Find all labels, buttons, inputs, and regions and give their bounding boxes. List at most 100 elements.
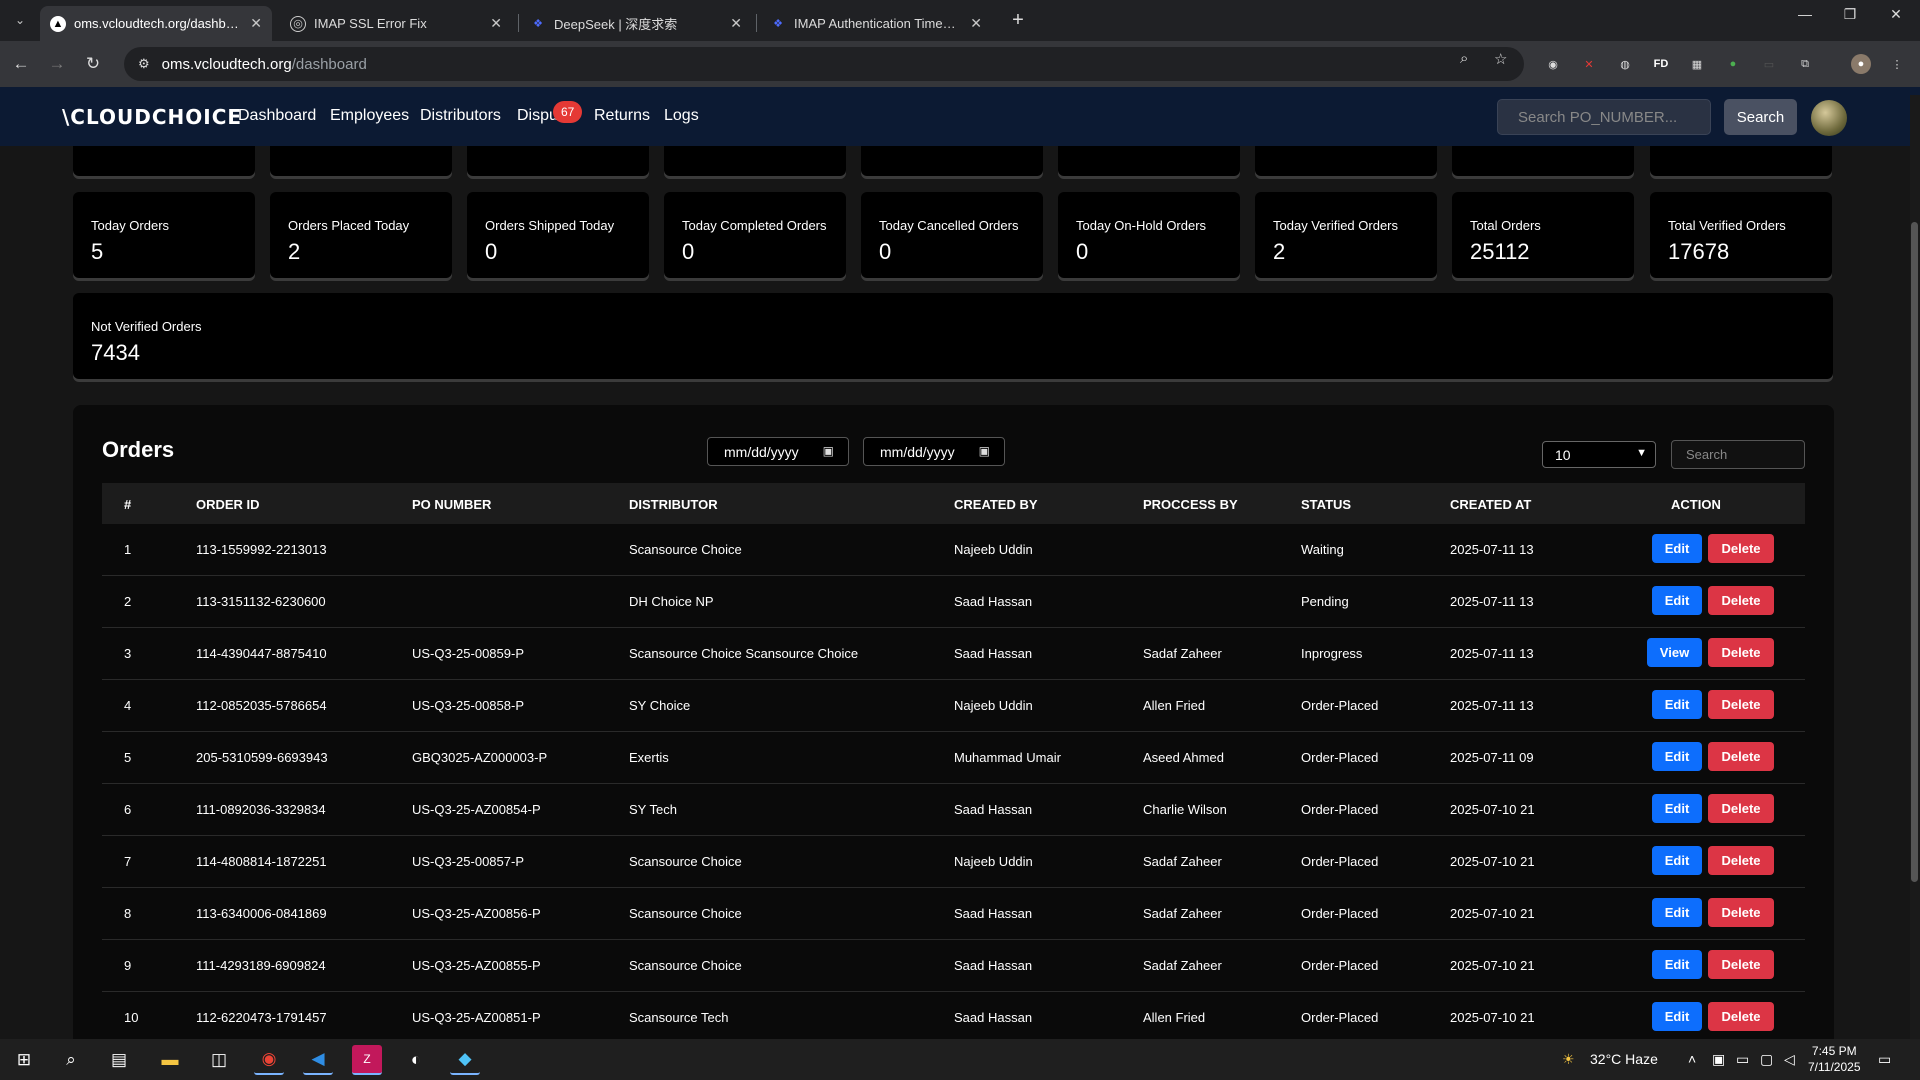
delete-button[interactable]: Delete (1708, 794, 1774, 823)
browser-tab-deepseek[interactable]: ❖ DeepSeek | 深度求索 ✕ (520, 6, 752, 41)
windows-start-icon[interactable]: ⊞ (9, 1045, 39, 1075)
extension-dim-icon[interactable]: ▭ (1759, 54, 1779, 74)
delete-button[interactable]: Delete (1708, 586, 1774, 615)
start-date-input[interactable]: mm/dd/yyyy ▣ (707, 437, 849, 466)
view-button[interactable]: View (1647, 638, 1702, 667)
table-cell-order-id: 111-4293189-6909824 (196, 958, 326, 973)
table-cell-n: 5 (124, 750, 132, 765)
po-number-search-input[interactable]: Search PO_NUMBER... (1497, 99, 1711, 135)
minimize-icon[interactable]: — (1785, 6, 1825, 22)
delete-button[interactable]: Delete (1708, 1002, 1774, 1031)
nav-link-returns[interactable]: Returns (594, 107, 650, 125)
extension-glasses-icon[interactable]: ◉ (1543, 54, 1563, 74)
po-search-button[interactable]: Search (1724, 99, 1797, 135)
extensions-puzzle-icon[interactable]: ⧉ (1795, 54, 1815, 74)
tray-app-icon[interactable]: ▣ (1712, 1051, 1725, 1068)
stat-label: Today Verified Orders (1273, 218, 1399, 233)
edit-button[interactable]: Edit (1652, 586, 1702, 615)
extension-fd-icon[interactable]: FD (1651, 54, 1671, 74)
browser-tab-imap-timeout[interactable]: ❖ IMAP Authentication Timeout E ✕ (760, 6, 992, 41)
orders-search-input[interactable]: Search (1671, 440, 1805, 469)
stat-value: 5 (91, 239, 104, 264)
cloudchoice-logo[interactable]: \CLOUDCHOICE (62, 105, 242, 129)
zoom-icon[interactable]: ⌕ (1460, 50, 1468, 67)
table-cell-status: Order-Placed (1301, 750, 1379, 765)
volume-icon[interactable]: ◁ (1784, 1051, 1795, 1068)
back-arrow-icon[interactable]: ← (8, 51, 34, 77)
app-diamond-icon[interactable]: ◆ (450, 1045, 480, 1075)
stat-label: Today On-Hold Orders (1076, 218, 1207, 233)
task-view-icon[interactable]: ▤ (104, 1045, 134, 1075)
file-explorer-icon[interactable]: ▬ (155, 1045, 185, 1075)
extension-green-icon[interactable]: ● (1723, 54, 1743, 74)
calendar-icon[interactable]: ▣ (979, 444, 990, 458)
browser-tab-dashboard[interactable]: ▲ oms.vcloudtech.org/dashboard ✕ (40, 6, 272, 41)
nav-link-employees[interactable]: Employees (330, 107, 409, 125)
calendar-icon[interactable]: ▣ (823, 444, 834, 458)
search-icon[interactable]: ⌕ (56, 1045, 86, 1075)
extension-x-icon[interactable]: ✕ (1579, 54, 1599, 74)
page-size-select[interactable]: 10 ▼ (1542, 441, 1656, 468)
delete-button[interactable]: Delete (1708, 638, 1774, 667)
extension-globe-icon[interactable]: ◍ (1615, 54, 1635, 74)
store-icon[interactable]: ◫ (204, 1045, 234, 1075)
vscode-icon[interactable]: ◀ (303, 1045, 333, 1075)
stat-card: 209 (467, 146, 649, 176)
extension-image-icon[interactable]: ▦ (1687, 54, 1707, 74)
app-leaf-icon[interactable]: ◐ (401, 1045, 431, 1075)
stat-label: Total Orders (1470, 218, 1541, 233)
close-tab-icon[interactable]: ✕ (250, 15, 262, 32)
restore-icon[interactable]: ❐ (1830, 6, 1870, 23)
chrome-icon[interactable]: ◉ (254, 1045, 284, 1075)
battery-icon[interactable]: ▭ (1736, 1051, 1749, 1068)
edit-button[interactable]: Edit (1652, 534, 1702, 563)
new-tab-icon[interactable]: + (1006, 8, 1030, 32)
nav-link-distributors[interactable]: Distributors (420, 107, 501, 125)
notification-icon[interactable]: ▭ (1878, 1051, 1891, 1068)
nav-link-dashboard[interactable]: Dashboard (238, 107, 316, 125)
close-window-icon[interactable]: ✕ (1876, 6, 1916, 23)
table-cell-created-by: Saad Hassan (954, 906, 1033, 921)
delete-button[interactable]: Delete (1708, 950, 1774, 979)
edit-button[interactable]: Edit (1652, 1002, 1702, 1031)
delete-button[interactable]: Delete (1708, 742, 1774, 771)
edit-button[interactable]: Edit (1652, 898, 1702, 927)
close-tab-icon[interactable]: ✕ (490, 15, 502, 32)
edit-button[interactable]: Edit (1652, 690, 1702, 719)
reload-icon[interactable]: ↻ (80, 51, 106, 77)
delete-button[interactable]: Delete (1708, 690, 1774, 719)
tray-chevron-icon[interactable]: ˄ (1688, 1051, 1696, 1067)
zoom-app-icon[interactable]: Z (352, 1045, 382, 1075)
edit-button[interactable]: Edit (1652, 794, 1702, 823)
bookmark-star-icon[interactable]: ☆ (1494, 50, 1507, 68)
nav-link-disputes[interactable]: Dispu (517, 107, 558, 125)
profile-avatar-icon[interactable]: ● (1851, 54, 1871, 74)
page-scroll-thumb[interactable] (1911, 222, 1918, 882)
system-clock[interactable]: 7:45 PM 7/11/2025 (1808, 1043, 1861, 1075)
forward-arrow-icon[interactable]: → (44, 51, 70, 77)
edit-button[interactable]: Edit (1652, 742, 1702, 771)
edit-button[interactable]: Edit (1652, 950, 1702, 979)
network-icon[interactable]: ▢ (1760, 1051, 1773, 1068)
column-header: # (124, 497, 132, 512)
delete-button[interactable]: Delete (1708, 898, 1774, 927)
tab-search-icon[interactable]: ⌄ (8, 8, 32, 32)
address-bar[interactable]: ⚙ oms.vcloudtech.org/dashboard (124, 47, 1524, 81)
table-cell-created-by: Saad Hassan (954, 958, 1033, 973)
nav-link-logs[interactable]: Logs (664, 107, 699, 125)
delete-button[interactable]: Delete (1708, 534, 1774, 563)
site-info-icon[interactable]: ⚙ (138, 56, 150, 72)
browser-tab-imap-ssl[interactable]: ◎ IMAP SSL Error Fix ✕ (280, 6, 512, 41)
column-header: STATUS (1301, 497, 1352, 512)
edit-button[interactable]: Edit (1652, 846, 1702, 875)
close-tab-icon[interactable]: ✕ (970, 15, 982, 32)
delete-button[interactable]: Delete (1708, 846, 1774, 875)
user-avatar[interactable] (1811, 100, 1847, 136)
end-date-input[interactable]: mm/dd/yyyy ▣ (863, 437, 1005, 466)
stat-card-not-verified: Not Verified Orders 7434 (73, 293, 1833, 379)
close-tab-icon[interactable]: ✕ (730, 15, 742, 32)
weather-text[interactable]: 32°C Haze (1590, 1051, 1658, 1067)
table-cell-distributor: Scansource Choice (629, 906, 742, 921)
table-cell-n: 7 (124, 854, 132, 869)
browser-menu-icon[interactable]: ⋮ (1887, 54, 1907, 74)
